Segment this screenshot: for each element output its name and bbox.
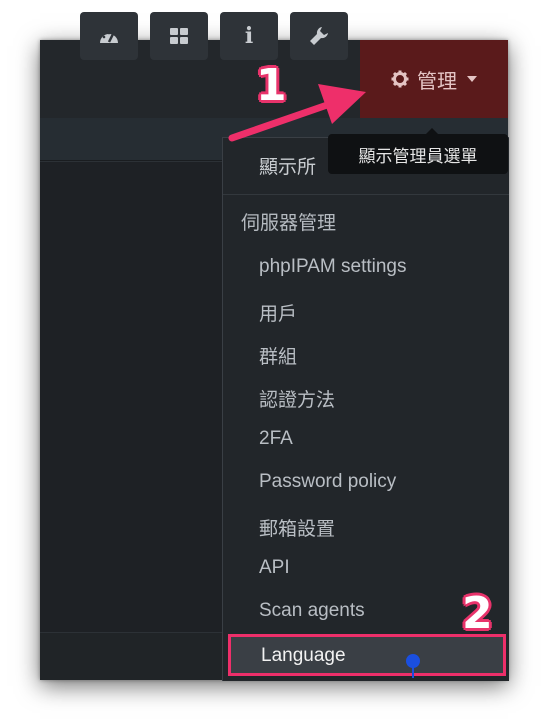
- menu-item-users[interactable]: 用戶: [259, 299, 297, 326]
- admin-menu-button[interactable]: 管理: [360, 40, 508, 118]
- admin-tooltip: 顯示管理員選單: [328, 134, 508, 174]
- menu-item-scan-agents[interactable]: Scan agents: [259, 600, 365, 622]
- footer-bar: [40, 632, 222, 680]
- menu-item-password-policy[interactable]: Password policy: [259, 471, 396, 493]
- info-button[interactable]: i: [220, 12, 278, 60]
- wrench-icon: [310, 27, 328, 45]
- admin-menu-label: 管理: [417, 70, 457, 93]
- content-area: [40, 161, 222, 632]
- grid-icon: [170, 28, 188, 44]
- step-2-label: 2: [462, 588, 493, 639]
- menu-item-mail-settings[interactable]: 郵箱設置: [259, 514, 335, 541]
- chevron-down-icon: [467, 76, 477, 82]
- menu-section-header: 伺服器管理: [241, 213, 337, 234]
- grid-button[interactable]: [150, 12, 208, 60]
- gear-icon: [391, 70, 409, 88]
- menu-item-groups[interactable]: 群組: [259, 342, 297, 369]
- menu-item-language[interactable]: Language: [228, 634, 506, 676]
- menu-divider: [223, 194, 509, 195]
- menu-item-phpipam-settings[interactable]: phpIPAM settings: [259, 256, 407, 278]
- info-icon: i: [244, 23, 254, 49]
- menu-item-api[interactable]: API: [259, 557, 290, 579]
- menu-item-language-label: Language: [261, 645, 346, 666]
- tools-button[interactable]: [290, 12, 348, 60]
- dashboard-button[interactable]: [80, 12, 138, 60]
- menu-item-show-all[interactable]: 顯示所: [259, 152, 316, 179]
- menu-item-2fa[interactable]: 2FA: [259, 428, 293, 450]
- cursor-line: [412, 666, 414, 678]
- step-1-label: 1: [256, 60, 287, 111]
- menu-item-auth-methods[interactable]: 認證方法: [259, 385, 335, 412]
- dashboard-icon: [100, 31, 118, 43]
